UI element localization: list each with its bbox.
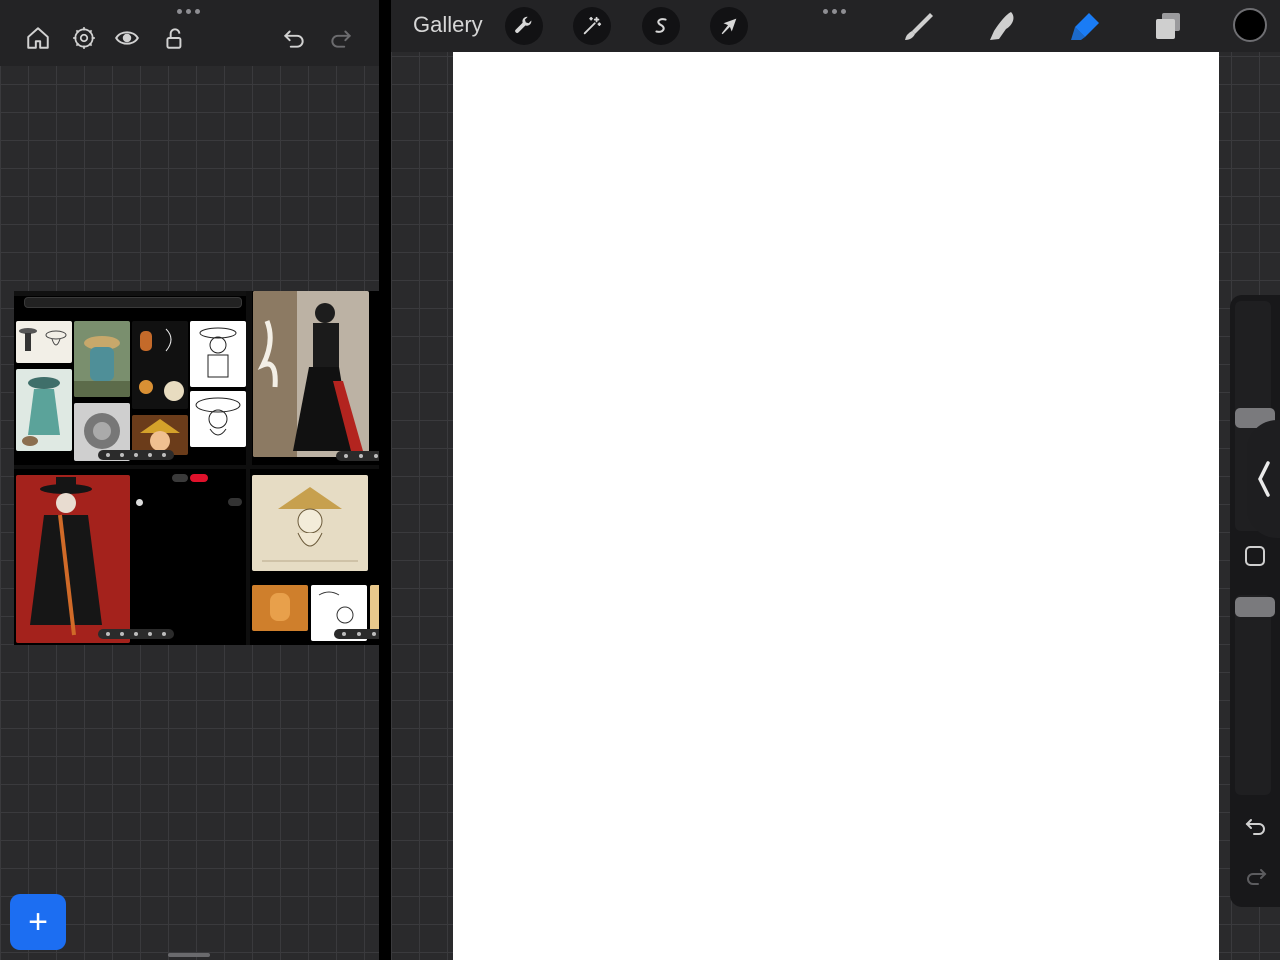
opacity-track[interactable]: [1235, 595, 1271, 795]
transform-arrow-icon[interactable]: [710, 7, 748, 45]
square-icon: [1245, 546, 1265, 566]
plus-icon: +: [28, 903, 48, 941]
sidebar-undo-button[interactable]: [1242, 813, 1270, 841]
magic-wand-icon[interactable]: [573, 7, 611, 45]
settings-icon[interactable]: [68, 22, 100, 54]
reference-screenshot-costume[interactable]: [252, 291, 381, 465]
thumb-hat-doll: [132, 415, 188, 455]
multitask-handle[interactable]: [177, 9, 200, 14]
canvas-workspace: [391, 52, 1280, 960]
procreate-top-bar: Gallery: [391, 0, 1280, 52]
layers-icon[interactable]: [1148, 8, 1188, 44]
redo-icon[interactable]: [325, 22, 357, 54]
drawing-canvas[interactable]: [453, 52, 1219, 960]
lock-icon[interactable]: [159, 22, 191, 54]
multitask-handle[interactable]: [823, 9, 846, 14]
mini-nav-bar: [98, 450, 174, 460]
reference-screenshot-pin[interactable]: [14, 469, 246, 645]
color-swatch[interactable]: [1233, 8, 1267, 42]
split-view-divider[interactable]: [379, 0, 391, 960]
home-icon[interactable]: [22, 22, 54, 54]
thumb-hat-character: [252, 475, 368, 571]
reference-pane: +: [0, 0, 387, 960]
procreate-pane: Gallery: [391, 0, 1280, 960]
brush-icon[interactable]: [899, 8, 939, 44]
modify-button[interactable]: [1243, 544, 1267, 568]
add-reference-button[interactable]: +: [10, 894, 66, 950]
eye-icon[interactable]: [111, 22, 143, 54]
opacity-slider-handle[interactable]: [1235, 597, 1275, 617]
mini-nav-bar: [98, 629, 174, 639]
thumb-ink-sketch: [190, 321, 246, 387]
reference-collage[interactable]: [14, 291, 381, 645]
mini-nav-bar: [336, 451, 381, 461]
mini-view-button: [172, 474, 188, 482]
undo-icon: [1245, 819, 1265, 835]
thumb-hat-sketch: [190, 391, 246, 447]
mini-avatar: [136, 499, 143, 506]
wrench-icon[interactable]: [505, 7, 543, 45]
sidebar-collapse-tab[interactable]: [1247, 420, 1280, 538]
reference-toolbar: [0, 0, 379, 66]
selection-icon[interactable]: [642, 7, 680, 45]
mini-nav-bar: [334, 629, 381, 639]
mini-follow-button: [228, 498, 242, 506]
mini-save-button: [190, 474, 208, 482]
thumb-costume-photo: [253, 291, 369, 457]
gallery-button[interactable]: Gallery: [413, 12, 483, 38]
smudge-icon[interactable]: [982, 8, 1022, 44]
mini-search-bar: [24, 297, 242, 308]
thumb-orange-lantern: [252, 585, 308, 631]
sidebar-redo-button[interactable]: [1242, 863, 1270, 891]
redo-icon: [1247, 869, 1267, 885]
thumb-dark-lanterns: [132, 321, 188, 409]
eraser-icon[interactable]: [1065, 8, 1105, 44]
reference-screenshot-hat[interactable]: [250, 469, 381, 645]
thumb-red-character: [16, 475, 130, 643]
home-indicator[interactable]: [168, 953, 210, 957]
thumb-green-character: [74, 321, 130, 397]
reference-screenshot-search[interactable]: [14, 291, 246, 465]
thumb-teal-figure: [16, 369, 72, 451]
thumb-sketch: [16, 321, 72, 363]
undo-icon[interactable]: [278, 22, 310, 54]
chevron-left-icon: [1257, 461, 1270, 497]
